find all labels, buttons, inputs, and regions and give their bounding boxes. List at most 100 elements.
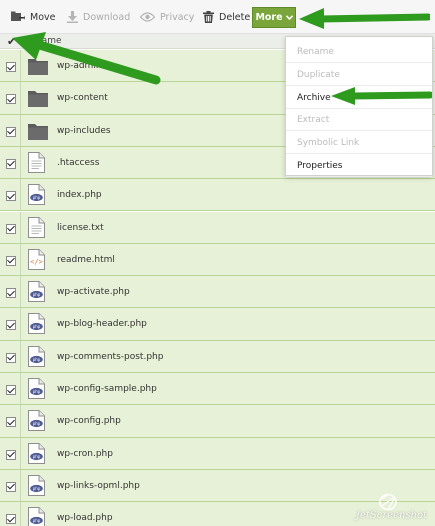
toolbar: Move Download Privacy Delete More: [0, 0, 435, 34]
svg-text:php: php: [33, 518, 41, 523]
row-checkbox[interactable]: [6, 288, 16, 299]
file-name[interactable]: index.php: [57, 190, 102, 200]
file-row[interactable]: php wp-config-sample.php: [0, 373, 435, 406]
menu-item-extract[interactable]: Extract: [286, 109, 432, 132]
php-file-icon: php: [28, 184, 48, 206]
folder-icon: [28, 55, 48, 77]
file-name[interactable]: readme.html: [57, 255, 115, 265]
file-row[interactable]: php index.php: [0, 179, 435, 212]
file-row[interactable]: php wp-cron.php: [0, 437, 435, 470]
php-file-icon: php: [28, 313, 48, 335]
menu-item-duplicate[interactable]: Duplicate: [286, 64, 432, 86]
file-name[interactable]: wp-links-opml.php: [57, 481, 140, 491]
svg-text:</>: </>: [30, 258, 43, 266]
row-checkbox[interactable]: [6, 191, 16, 202]
watermark-text: JetScreenshot: [356, 510, 428, 521]
menu-item-properties[interactable]: Properties: [286, 155, 432, 177]
file-name[interactable]: wp-content: [57, 93, 108, 103]
row-checkbox[interactable]: [6, 514, 16, 525]
file-name[interactable]: license.txt: [57, 223, 104, 233]
svg-text:php: php: [33, 421, 41, 426]
text-file-icon: [28, 151, 48, 174]
move-icon: [11, 11, 25, 21]
text-file-icon: [28, 216, 48, 239]
row-checkbox[interactable]: [6, 385, 16, 395]
folder-icon: [28, 87, 48, 109]
php-file-icon: php: [28, 345, 48, 368]
svg-text:php: php: [33, 292, 41, 297]
row-checkbox[interactable]: [6, 62, 16, 72]
download-icon: [67, 11, 78, 23]
eye-icon: [140, 12, 155, 22]
php-file-icon: php: [28, 378, 48, 400]
chevron-down-icon: [285, 15, 293, 20]
file-name[interactable]: wp-load.php: [57, 513, 113, 523]
row-checkbox[interactable]: [6, 255, 16, 266]
file-name[interactable]: wp-activate.php: [57, 287, 130, 297]
row-checkbox[interactable]: [6, 94, 16, 105]
column-divider: [20, 114, 21, 146]
column-divider: [20, 146, 21, 179]
file-name[interactable]: wp-includes: [57, 126, 111, 136]
file-name[interactable]: wp-blog-header.php: [57, 319, 147, 329]
watermark-logo: JetScreenshot: [350, 493, 430, 523]
html-file-icon: </>: [28, 248, 48, 271]
svg-text:php: php: [33, 357, 41, 362]
more-label: More: [255, 12, 283, 23]
row-checkbox[interactable]: [6, 449, 16, 460]
column-divider: [20, 243, 21, 276]
column-divider: [20, 502, 21, 526]
file-row[interactable]: php wp-config.php: [0, 405, 435, 438]
php-file-icon: php: [28, 281, 48, 303]
file-name[interactable]: wp-admin: [57, 61, 102, 71]
file-row[interactable]: php wp-comments-post.php: [0, 340, 435, 373]
column-divider: [20, 179, 21, 211]
row-checkbox[interactable]: [6, 158, 16, 169]
column-divider: [20, 211, 21, 243]
trash-icon: [203, 11, 214, 23]
more-dropdown-menu: Rename Duplicate Archive Extract Symbolic Li…: [285, 36, 433, 177]
file-row[interactable]: </> readme.html: [0, 243, 435, 277]
svg-text:php: php: [33, 454, 41, 459]
row-checkbox[interactable]: [6, 352, 16, 363]
column-divider: [20, 50, 21, 82]
row-checkbox[interactable]: [6, 223, 16, 234]
column-divider: [20, 340, 21, 372]
column-divider: [20, 373, 21, 405]
svg-text:php: php: [33, 486, 41, 491]
move-label: Move: [30, 11, 56, 23]
delete-label: Delete: [219, 11, 251, 23]
privacy-button[interactable]: Privacy: [140, 0, 194, 34]
svg-text:php: php: [33, 389, 41, 394]
column-divider: [20, 469, 21, 502]
file-name[interactable]: wp-config-sample.php: [57, 384, 157, 394]
download-button[interactable]: Download: [67, 0, 130, 34]
file-name[interactable]: wp-cron.php: [57, 449, 113, 459]
name-column-header[interactable]: Name: [35, 36, 62, 46]
column-divider: [20, 405, 21, 437]
file-name[interactable]: wp-comments-post.php: [57, 352, 163, 362]
delete-button[interactable]: Delete: [203, 0, 250, 34]
file-row[interactable]: license.txt: [0, 211, 435, 244]
file-name[interactable]: wp-config.php: [57, 416, 121, 426]
svg-text:php: php: [33, 324, 41, 329]
column-divider: [20, 82, 21, 114]
file-row[interactable]: php wp-activate.php: [0, 276, 435, 309]
file-name[interactable]: .htaccess: [57, 158, 99, 168]
more-button[interactable]: More: [252, 7, 296, 28]
menu-item-symbolic-link[interactable]: Symbolic Link: [286, 132, 432, 155]
svg-text:php: php: [33, 195, 41, 200]
row-checkbox[interactable]: [6, 320, 16, 331]
file-row[interactable]: php wp-blog-header.php: [0, 308, 435, 341]
row-checkbox[interactable]: [6, 417, 16, 428]
menu-item-archive[interactable]: Archive: [286, 87, 432, 109]
php-file-icon: php: [28, 507, 48, 526]
menu-item-rename[interactable]: Rename: [286, 41, 432, 63]
move-button[interactable]: Move: [11, 0, 55, 34]
php-file-icon: php: [28, 442, 48, 465]
row-checkbox[interactable]: [6, 481, 16, 492]
download-label: Download: [83, 11, 131, 23]
select-all-checkmark-icon[interactable]: ✔: [7, 35, 16, 48]
php-file-icon: php: [28, 474, 48, 497]
row-checkbox[interactable]: [6, 126, 16, 137]
